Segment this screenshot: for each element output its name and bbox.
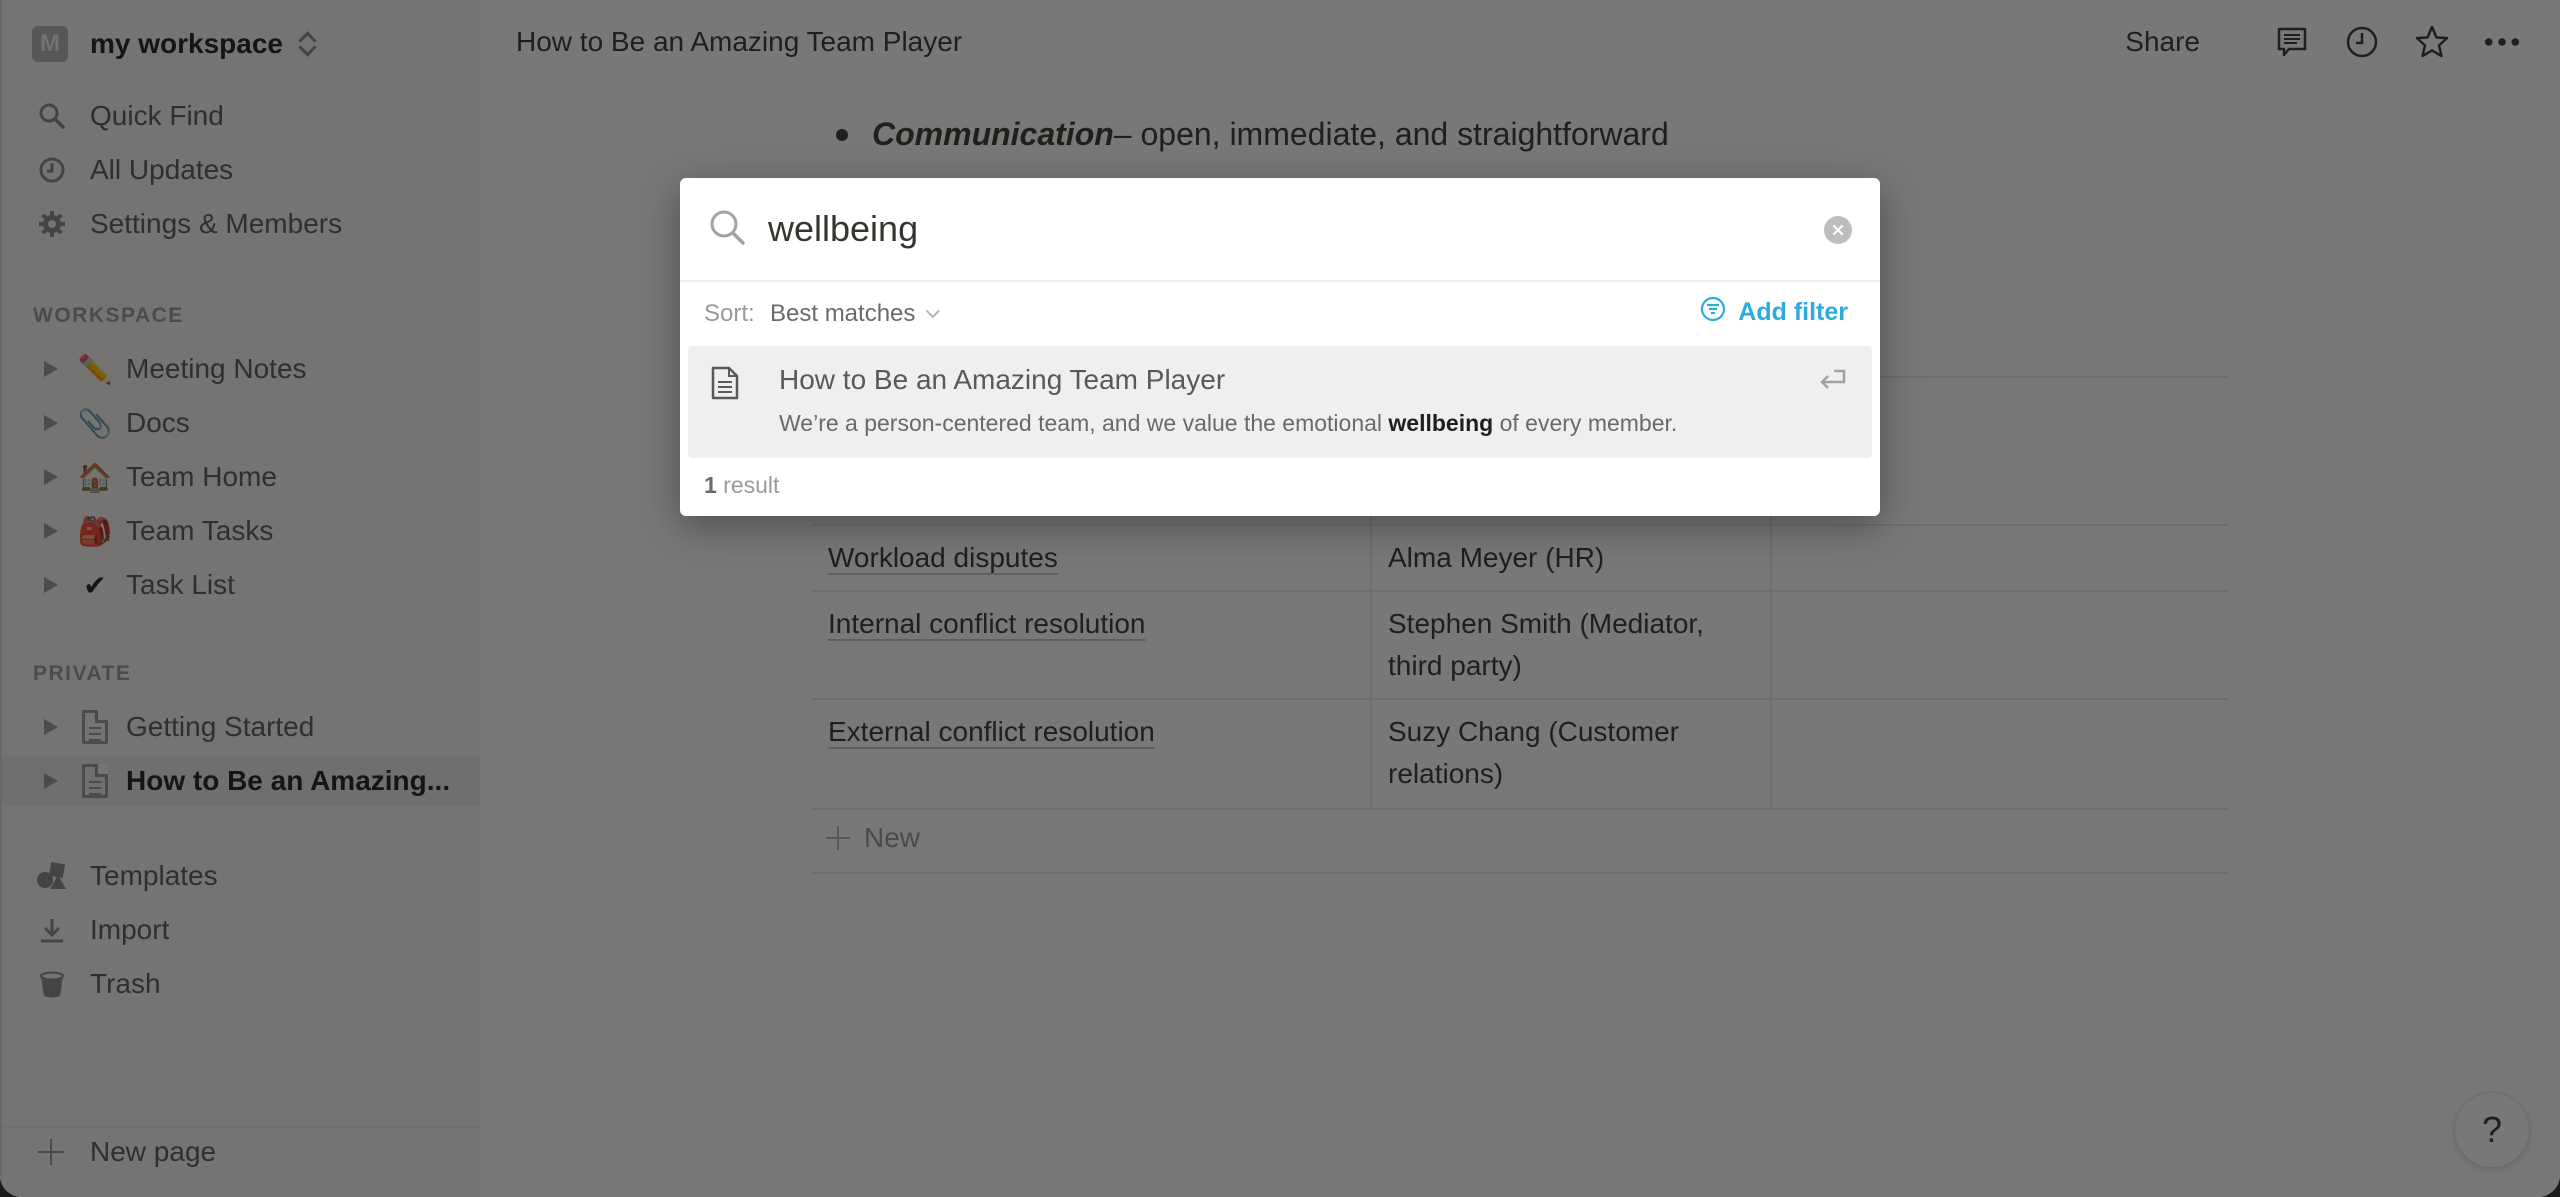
result-count: 1 result bbox=[704, 472, 779, 499]
result-count-label: result bbox=[716, 472, 780, 498]
search-input[interactable] bbox=[768, 200, 1768, 258]
result-title: How to Be an Amazing Team Player bbox=[779, 364, 1226, 395]
sort-value: Best matches bbox=[770, 300, 916, 327]
filter-icon bbox=[1700, 296, 1726, 329]
search-bar bbox=[680, 178, 1880, 282]
sort-dropdown[interactable]: Best matches bbox=[770, 300, 941, 328]
snippet-highlight: wellbeing bbox=[1388, 410, 1494, 436]
chevron-down-icon bbox=[926, 304, 941, 319]
sort-label: Sort: bbox=[704, 300, 755, 327]
search-icon bbox=[708, 208, 748, 253]
search-modal: Sort: Best matches Add filter How to Be … bbox=[680, 178, 1880, 516]
snippet-text: of every member. bbox=[1493, 410, 1678, 436]
search-result-item[interactable]: How to Be an Amazing Team Player We’re a… bbox=[688, 346, 1872, 458]
close-icon bbox=[1832, 224, 1844, 236]
add-filter-button[interactable]: Add filter bbox=[1700, 296, 1848, 329]
page-icon bbox=[710, 366, 740, 405]
sort-filter-bar: Sort: Best matches Add filter bbox=[680, 284, 1880, 344]
add-filter-label: Add filter bbox=[1738, 298, 1848, 326]
app-window: M my workspace Quick Find All Updates Se… bbox=[0, 0, 2560, 1197]
snippet-text: We’re a person-centered team, and we val… bbox=[779, 410, 1389, 436]
result-count-number: 1 bbox=[704, 472, 717, 498]
result-snippet: We’re a person-centered team, and we val… bbox=[779, 410, 1677, 437]
clear-search-button[interactable] bbox=[1824, 216, 1852, 244]
enter-icon bbox=[1818, 368, 1848, 397]
